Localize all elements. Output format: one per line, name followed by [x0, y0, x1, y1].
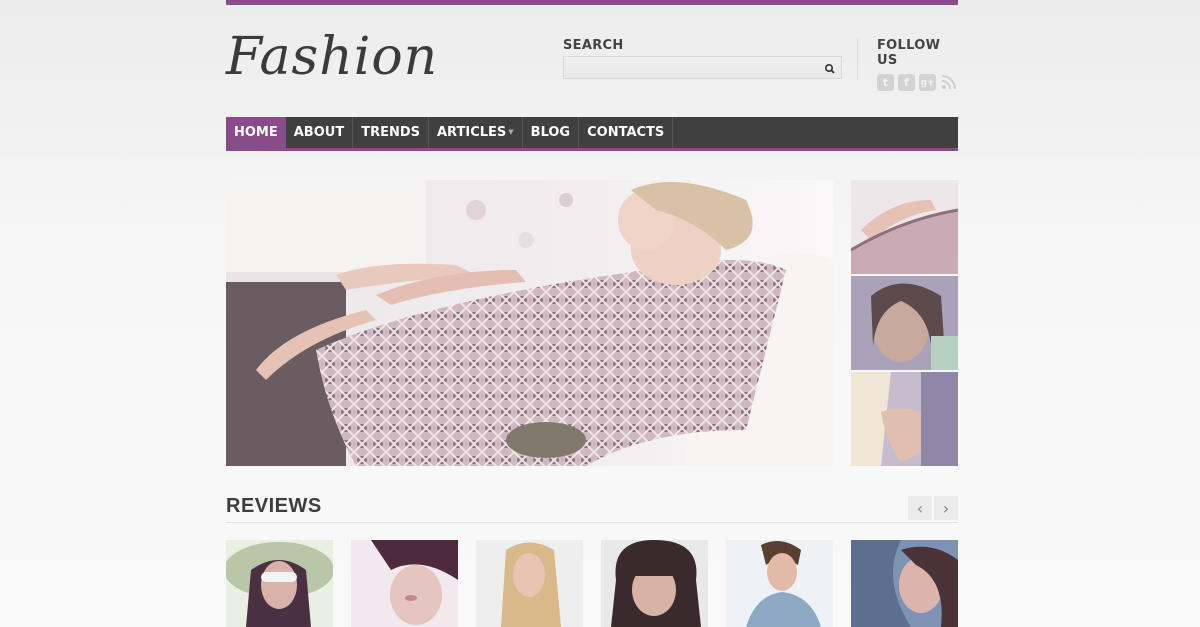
- search-box: [563, 56, 842, 79]
- search-title: SEARCH: [563, 38, 624, 53]
- reviews-title: REVIEWS: [226, 495, 322, 517]
- slide-thumbnail[interactable]: [851, 372, 958, 466]
- slide-thumbnail[interactable]: [851, 276, 958, 370]
- search-block: SEARCH: [563, 38, 843, 79]
- nav-item-trends[interactable]: TRENDS: [353, 117, 429, 148]
- twitter-icon[interactable]: t: [877, 74, 894, 91]
- review-image[interactable]: [601, 540, 708, 627]
- nav-item-home[interactable]: HOME: [226, 117, 286, 148]
- header-divider: [857, 38, 858, 80]
- nav-item-label: CONTACTS: [587, 125, 665, 140]
- top-accent-bar: [226, 0, 958, 5]
- reviews-list: [226, 540, 958, 627]
- review-image[interactable]: [726, 540, 833, 627]
- review-image[interactable]: [226, 540, 333, 627]
- nav-item-label: TRENDS: [361, 125, 420, 140]
- reviews-divider: [226, 522, 958, 523]
- chevron-right-icon[interactable]: ›: [934, 496, 958, 520]
- review-image[interactable]: [851, 540, 958, 627]
- rss-icon[interactable]: [940, 74, 957, 91]
- nav-item-label: BLOG: [530, 125, 571, 140]
- review-image[interactable]: [351, 540, 458, 627]
- social-icons: t f g+: [877, 74, 958, 91]
- nav-item-label: HOME: [234, 125, 278, 140]
- googleplus-icon[interactable]: g+: [919, 74, 936, 91]
- search-input[interactable]: [564, 58, 819, 79]
- caret-down-icon: ▼: [508, 127, 514, 136]
- nav-item-articles[interactable]: ARTICLES ▼: [429, 117, 523, 148]
- slide-thumbnail[interactable]: [851, 180, 958, 274]
- main-slide-image[interactable]: [226, 180, 833, 466]
- nav-item-about[interactable]: ABOUT: [286, 117, 354, 148]
- follow-title: FOLLOW US: [877, 38, 941, 68]
- search-icon[interactable]: [823, 61, 837, 75]
- chevron-left-icon[interactable]: ‹: [908, 496, 932, 520]
- nav-item-blog[interactable]: BLOG: [523, 117, 580, 148]
- follow-block: FOLLOW US t f g+: [877, 38, 958, 91]
- review-image[interactable]: [476, 540, 583, 627]
- facebook-icon[interactable]: f: [898, 74, 915, 91]
- main-nav: HOME ABOUT TRENDS ARTICLES ▼ BLOG CONTAC…: [226, 117, 958, 151]
- site-logo[interactable]: Fashion: [226, 22, 438, 92]
- page-wrapper: Fashion SEARCH FOLLOW US t f g+ HOME ABO…: [226, 0, 958, 627]
- nav-item-label: ARTICLES: [437, 125, 507, 140]
- slide-thumbnails: [851, 180, 958, 466]
- nav-item-label: ABOUT: [293, 125, 345, 140]
- reviews-nav: ‹ ›: [908, 496, 958, 520]
- nav-item-contacts[interactable]: CONTACTS: [579, 117, 674, 148]
